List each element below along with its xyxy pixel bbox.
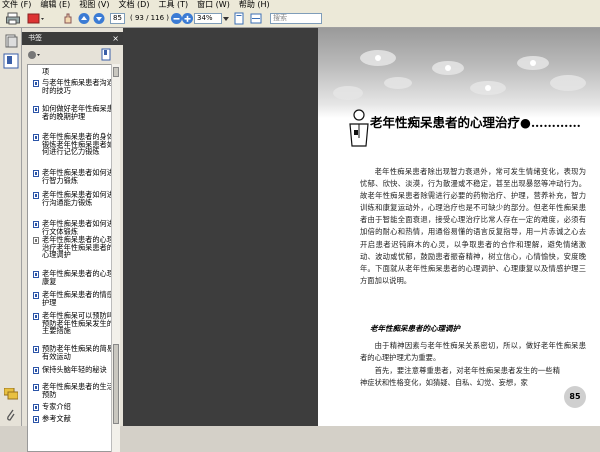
close-icon[interactable]: × [112,32,119,45]
email-icon[interactable] [27,12,45,25]
bookmark-label: 老年性痴呆患者如何进行沟通能力锻炼 [42,190,114,207]
bookmark-icon [33,170,39,177]
paragraph-2: 由于精神因素与老年性痴呆关系密切，所以，做好老年性痴呆患者的心理护理尤为重要。 [360,341,586,363]
new-bookmark-icon[interactable] [99,48,115,62]
bookmark-label: 与老年性痴呆患者沟通时的技巧 [42,78,114,95]
bookmarks-panel-header: 书签 × [22,32,123,45]
bookmark-scrollbar[interactable] [111,64,120,452]
fit-width-icon[interactable] [250,12,262,25]
bookmark-label: 老年性痴呆患者如何进行智力锻炼 [42,168,114,185]
bookmark-label: 保持头脑年轻的秘诀 [42,365,107,374]
menu-document[interactable]: 文档 (D) [119,0,150,10]
document-background [123,28,318,426]
bookmark-icon [33,271,39,278]
toolbar: 85 ( 93 / 116 ) 34% 搜索 [0,10,600,28]
floral-banner-image [318,28,600,118]
paragraph-3: 首先，要注意尊重患者，对老年性痴呆患者发生的一些精神症状和性格变化，如猜疑、自私… [360,366,560,388]
bookmarks-panel-title: 书签 [28,34,42,42]
menu-edit[interactable]: 编辑 (E) [40,0,70,10]
bookmark-label: 老年性痴呆患者的身体锻炼老年性痴呆患者如何进行记忆力锻炼 [42,132,114,157]
bookmark-icon [33,106,39,113]
bookmark-label: 老年性痴呆患者如何进行文体锻炼 [42,219,114,236]
bookmark-label: 老年性痴呆患者的情感护理 [42,290,114,307]
section-subheading: 老年性痴呆患者的心理调护 [370,324,460,333]
page-number-input[interactable]: 85 [110,13,125,24]
next-page-icon[interactable] [93,12,105,25]
bookmark-label: 老年性痴呆患者的心理康复 [42,269,114,286]
bookmark-icon [33,416,39,423]
bookmark-label: 如何做好老年性痴呆患者的晚期护理 [42,104,114,121]
bookmark-label: 项 [42,67,50,76]
attachment-icon[interactable] [5,408,17,422]
bookmark-label: 参考文献 [42,414,71,423]
menu-bar: 文件 (F) 编辑 (E) 视图 (V) 文档 (D) 工具 (T) 窗口 (W… [0,0,600,10]
bookmark-icon [33,221,39,228]
page-count-label: ( 93 / 116 ) [130,14,169,22]
flower-illustration [333,50,586,100]
chevron-down-icon[interactable] [222,14,230,24]
scroll-up-arrow[interactable] [113,67,119,77]
zoom-input[interactable]: 34% [194,13,222,24]
navigation-strip [0,28,22,426]
options-icon[interactable] [26,48,42,62]
page-number-badge: 85 [564,386,586,408]
menu-window[interactable]: 窗口 (W) [197,0,230,10]
bookmarks-toolbar [22,46,123,64]
bookmark-icon [33,237,39,244]
menu-tools[interactable]: 工具 (T) [158,0,188,10]
bookmark-icon [33,384,39,391]
bookmark-icon [33,292,39,299]
bookmark-icon [33,313,39,320]
bookmark-icon [33,134,39,141]
bookmark-icon [33,367,39,374]
bookmark-label: 老年性痴呆可以预防吗预防老年性痴呆发生的主要措施 [42,311,114,336]
pages-panel-icon[interactable] [4,34,18,48]
comments-icon[interactable] [4,388,18,400]
bookmark-icon [33,404,39,411]
search-input[interactable]: 搜索 [270,13,322,24]
previous-page-icon[interactable] [78,12,90,25]
bookmark-label: 老年性痴呆患者的心理治疗老年性痴呆患者的心理调护 [42,235,114,260]
document-page: 老年性痴呆患者的心理治疗●………… 老年性痴呆患者除出现智力衰退外，常可发生情绪… [318,28,600,426]
doctor-figure-icon [349,109,369,147]
zoom-in-icon[interactable] [181,12,194,25]
bookmark-icon [33,80,39,87]
bookmarks-panel-icon[interactable] [3,53,19,69]
menu-view[interactable]: 视图 (V) [79,0,109,10]
bookmarks-panel: 书签 × 项 与老年性痴呆患者沟通时的技巧 如何做好老年性痴呆患者的晚期护理 老… [22,28,123,452]
bookmark-list: 项 与老年性痴呆患者沟通时的技巧 如何做好老年性痴呆患者的晚期护理 老年性痴呆患… [27,64,120,452]
bookmark-label: 预防老年性痴呆的简易有效运动 [42,344,114,361]
page-title: 老年性痴呆患者的心理治疗●………… [370,115,581,130]
paragraph-1: 老年性痴呆患者除出现智力衰退外，常可发生情绪变化，表现为忧郁、欣快、淡漠，行为散… [360,167,586,285]
hand-tool-icon[interactable] [62,12,74,25]
menu-file[interactable]: 文件 (F) [2,0,31,10]
scrollbar-thumb[interactable] [113,344,119,424]
bookmark-label: 专家介绍 [42,402,71,411]
print-icon[interactable] [6,12,20,25]
bookmark-icon [33,192,39,199]
bookmark-label: 老年性痴呆患者的生活预防 [42,382,114,399]
menu-help[interactable]: 帮助 (H) [239,0,270,10]
bookmark-icon [33,346,39,353]
fit-page-icon[interactable] [233,12,245,25]
